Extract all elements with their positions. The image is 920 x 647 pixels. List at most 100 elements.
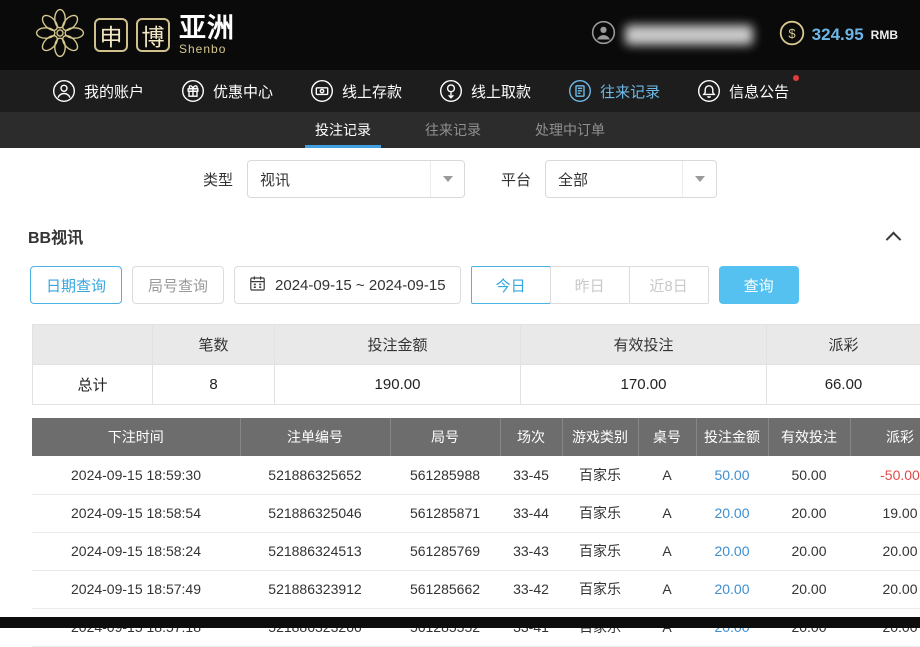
nav-item-withdraw[interactable]: 线上取款 [439,79,531,103]
tab-processing-orders[interactable]: 处理中订单 [531,112,609,148]
date-query-button[interactable]: 日期查询 [30,266,122,304]
cell-payout: 19.00 [850,494,920,532]
cell-round_no: 561285662 [390,570,500,608]
bet-table-row: 2024-09-15 18:57:49521886323912561285662… [32,570,920,608]
nav-label: 线上取款 [471,81,531,102]
nav-item-my-account[interactable]: 我的账户 [52,79,144,103]
logo-region-text: 亚洲 [179,14,235,42]
main-nav: 我的账户 优惠中心 线上存款 线上取款 [0,70,920,112]
user-avatar-icon [591,20,616,50]
section-title: BB视讯 [28,224,83,248]
yesterday-button[interactable]: 昨日 [550,266,630,304]
tab-transaction-records[interactable]: 往来记录 [421,112,485,148]
column-header-payout: 派彩 [850,418,920,456]
record-tabs: 投注记录 往来记录 处理中订单 [0,112,920,148]
username-redacted [625,25,753,45]
cell-session: 33-44 [500,494,562,532]
cell-round_no: 561285871 [390,494,500,532]
deposit-icon [310,79,334,103]
summary-header-row: 笔数 投注金额 有效投注 派彩 [33,325,920,365]
bet-table-head-row: 下注时间注单编号局号场次游戏类别桌号投注金额有效投注派彩 [32,418,920,456]
cell-bet_amount[interactable]: 20.00 [696,570,768,608]
nav-item-promotions[interactable]: 优惠中心 [181,79,273,103]
cell-payout: 20.00 [850,570,920,608]
summary-valid-bet-value: 170.00 [521,365,767,405]
bet-table-wrapper: 下注时间注单编号局号场次游戏类别桌号投注金额有效投注派彩 2024-09-15 … [32,418,920,647]
calendar-icon [249,275,266,296]
logo-char-box-1: 申 [94,18,128,52]
search-button[interactable]: 查询 [719,266,799,304]
balance-display[interactable]: $ 324.95 RMB [779,20,898,51]
cell-valid_bet: 20.00 [768,494,850,532]
round-query-button[interactable]: 局号查询 [132,266,224,304]
summary-header-bet-amount: 投注金额 [275,325,521,365]
chevron-down-icon [682,161,716,197]
user-account-area[interactable] [591,20,753,50]
column-header-round_no: 局号 [390,418,500,456]
filter-bar: 类型 视讯 平台 全部 [0,148,920,210]
type-select[interactable]: 视讯 [247,160,465,198]
cell-bet_amount[interactable]: 20.00 [696,494,768,532]
bet-table-row: 2024-09-15 18:58:24521886324513561285769… [32,532,920,570]
cell-bet_id: 521886325046 [240,494,390,532]
records-icon [568,79,592,103]
today-button[interactable]: 今日 [471,266,551,304]
nav-item-records[interactable]: 往来记录 [568,79,660,103]
cell-payout: 20.00 [850,532,920,570]
date-range-input[interactable]: 2024-09-15 ~ 2024-09-15 [234,266,461,304]
collapse-section-button[interactable] [882,225,904,247]
summary-bet-amount-value: 190.00 [275,365,521,405]
summary-total-label: 总计 [33,365,153,405]
column-header-valid_bet: 有效投注 [768,418,850,456]
cell-table_no: A [638,456,696,494]
cell-session: 33-43 [500,532,562,570]
gift-icon [181,79,205,103]
logo-char-box-2: 博 [136,18,170,52]
summary-header-count: 笔数 [153,325,275,365]
bet-table: 下注时间注单编号局号场次游戏类别桌号投注金额有效投注派彩 2024-09-15 … [32,418,920,647]
cell-bet_id: 521886323912 [240,570,390,608]
platform-select[interactable]: 全部 [545,160,717,198]
cell-table_no: A [638,532,696,570]
summary-header-payout: 派彩 [767,325,920,365]
cell-bet_amount[interactable]: 50.00 [696,456,768,494]
type-filter-label: 类型 [203,169,233,190]
svg-text:$: $ [788,26,796,41]
nav-item-announcements[interactable]: 信息公告 [697,79,789,103]
last-8-days-button[interactable]: 近8日 [629,266,709,304]
footer-strip [0,617,920,628]
query-controls: 日期查询 局号查询 2024-09-15 ~ 2024-09-15 今日 昨日 … [30,266,920,304]
bell-icon [697,79,721,103]
summary-total-row: 总计 8 190.00 170.00 66.00 [33,365,920,405]
cell-bet_id: 521886324513 [240,532,390,570]
date-shortcut-group: 今日 昨日 近8日 [471,266,709,304]
date-range-value: 2024-09-15 ~ 2024-09-15 [275,277,446,294]
platform-select-value: 全部 [558,169,588,190]
balance-amount: 324.95 [812,25,864,45]
cell-round_no: 561285769 [390,532,500,570]
section-header: BB视讯 [28,224,904,248]
tab-betting-records[interactable]: 投注记录 [311,112,375,148]
cell-payout: -50.00 [850,456,920,494]
cell-session: 33-42 [500,570,562,608]
cell-session: 33-45 [500,456,562,494]
column-header-time: 下注时间 [32,418,240,456]
cell-valid_bet: 50.00 [768,456,850,494]
cell-table_no: A [638,494,696,532]
logo-brand-text: Shenbo [179,43,235,56]
summary-header-valid-bet: 有效投注 [521,325,767,365]
nav-item-deposit[interactable]: 线上存款 [310,79,402,103]
cell-table_no: A [638,570,696,608]
column-header-table_no: 桌号 [638,418,696,456]
type-select-value: 视讯 [260,169,290,190]
cell-game_type: 百家乐 [562,494,638,532]
brand-logo[interactable]: 申 博 亚洲 Shenbo [34,7,235,64]
bet-table-row: 2024-09-15 18:59:30521886325652561285988… [32,456,920,494]
cell-bet_id: 521886325652 [240,456,390,494]
cell-bet_amount[interactable]: 20.00 [696,532,768,570]
cell-time: 2024-09-15 18:57:49 [32,570,240,608]
nav-label: 优惠中心 [213,81,273,102]
flower-logo-icon [34,7,86,64]
summary-payout-value: 66.00 [767,365,920,405]
top-header: 申 博 亚洲 Shenbo $ 324.95 [0,0,920,70]
